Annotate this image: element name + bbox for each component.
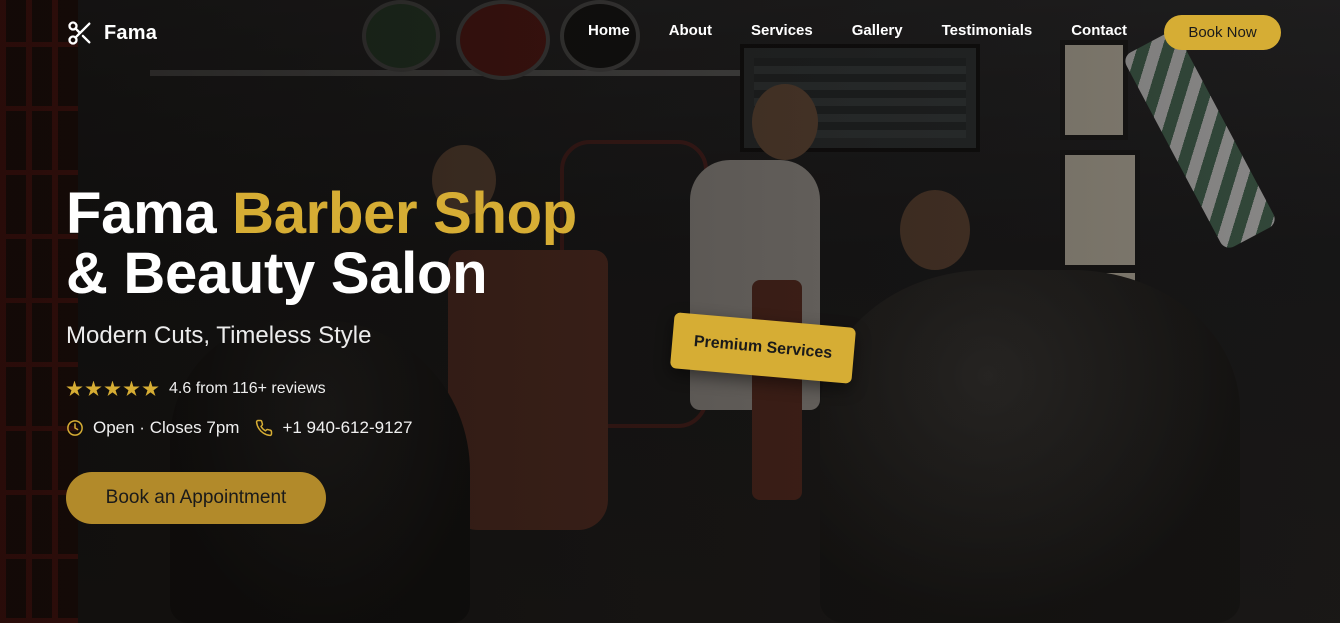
star-rating bbox=[66, 380, 159, 398]
clock-icon bbox=[67, 420, 83, 436]
hero-title-brand: Fama bbox=[66, 181, 233, 246]
star-icon bbox=[123, 380, 140, 396]
phone-text: +1 940-612-9127 bbox=[282, 418, 413, 437]
rating-text: 4.6 from 116+ reviews bbox=[169, 380, 326, 397]
star-icon bbox=[142, 380, 159, 396]
star-icon bbox=[104, 380, 121, 396]
book-now-button[interactable]: Book Now bbox=[1164, 15, 1281, 50]
nav-link-about[interactable]: About bbox=[669, 22, 712, 39]
hero-title-line2: & Beauty Salon bbox=[66, 241, 488, 306]
hero-section: Fama Home About Services Gallery Testimo… bbox=[0, 0, 1340, 623]
hero-title: Fama Barber Shop & Beauty Salon bbox=[66, 184, 706, 304]
hero-content: Fama Barber Shop & Beauty Salon Modern C… bbox=[66, 184, 706, 524]
brand-name: Fama bbox=[104, 21, 158, 44]
nav-link-gallery[interactable]: Gallery bbox=[852, 22, 903, 39]
hours-text: Open · Closes 7pm bbox=[93, 418, 240, 437]
nav-link-home[interactable]: Home bbox=[588, 22, 630, 39]
phone-icon bbox=[256, 419, 273, 437]
nav-link-services[interactable]: Services bbox=[751, 22, 813, 39]
scissors-icon bbox=[68, 21, 91, 45]
nav-link-contact[interactable]: Contact bbox=[1071, 22, 1127, 39]
hero-subtitle: Modern Cuts, Timeless Style bbox=[66, 322, 372, 349]
rating-row: 4.6 from 116+ reviews bbox=[66, 380, 706, 398]
star-icon bbox=[85, 380, 102, 396]
info-row: Open · Closes 7pm +1 940-612-9127 bbox=[66, 418, 706, 438]
brand-logo[interactable]: Fama bbox=[66, 18, 157, 48]
book-appointment-button[interactable]: Book an Appointment bbox=[66, 472, 326, 524]
nav-menu: Home About Services Gallery Testimonials… bbox=[588, 22, 1127, 39]
nav-link-testimonials[interactable]: Testimonials bbox=[942, 22, 1033, 39]
star-icon bbox=[66, 380, 83, 396]
opening-hours: Open · Closes 7pm bbox=[66, 418, 239, 438]
hero-title-accent: Barber Shop bbox=[232, 181, 577, 246]
phone-contact[interactable]: +1 940-612-9127 bbox=[255, 418, 412, 438]
top-navigation: Fama Home About Services Gallery Testimo… bbox=[0, 0, 1340, 66]
